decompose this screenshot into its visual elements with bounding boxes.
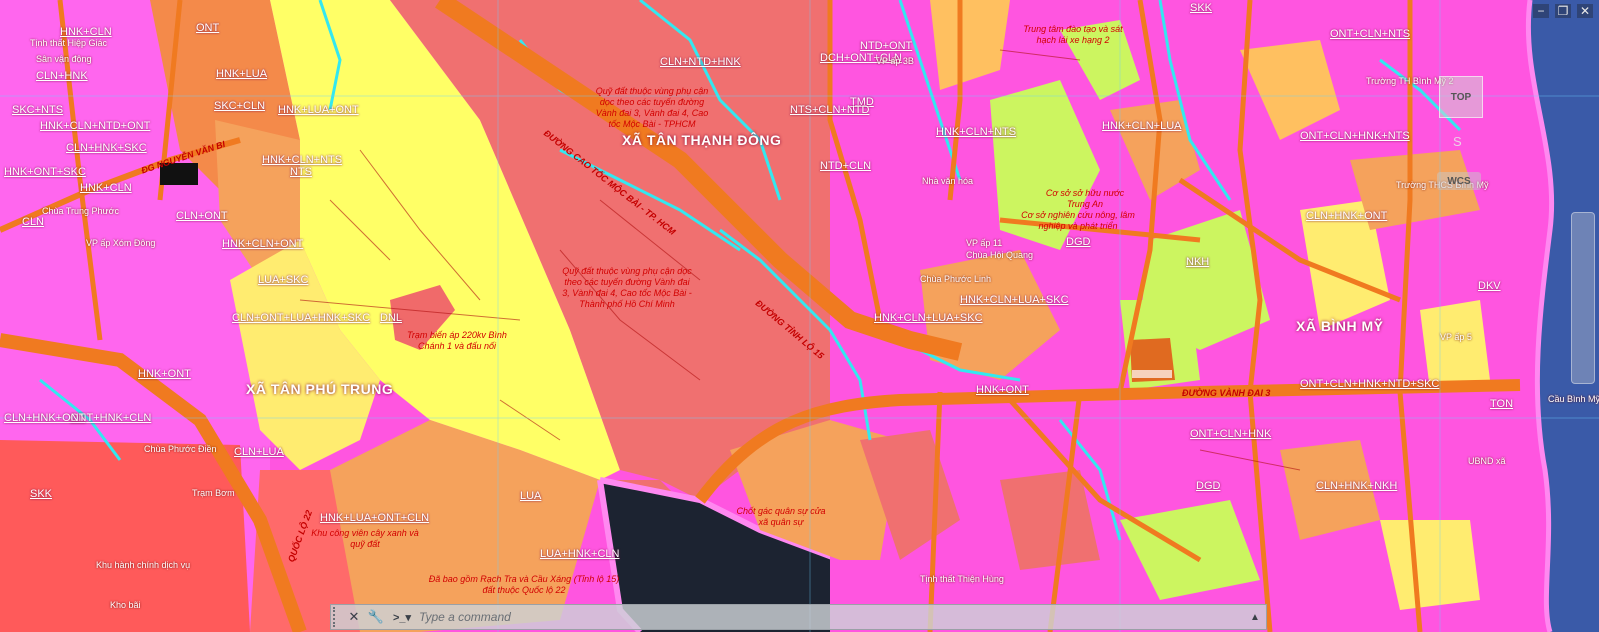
land-use-map[interactable] [0, 0, 1599, 632]
dark-parcel [160, 163, 198, 185]
command-input[interactable] [417, 607, 1244, 627]
drag-handle-icon[interactable] [333, 607, 343, 627]
close-icon[interactable]: ✕ [343, 609, 365, 625]
viewcube-compass-south[interactable]: S [1453, 134, 1462, 149]
wcs-menu-button[interactable]: WCS [1437, 172, 1481, 190]
minimize-button[interactable]: − [1533, 4, 1549, 18]
navigation-bar[interactable] [1571, 212, 1595, 384]
window-controls: − ❐ ✕ [1533, 4, 1593, 18]
viewcube[interactable]: TOP S WCS [1435, 76, 1489, 226]
cluster-label-box [1132, 370, 1172, 378]
command-line: ✕ 🔧 >_▾ ▲ [330, 604, 1267, 630]
zone-yellow-east-2 [1420, 300, 1490, 390]
viewcube-top-face[interactable]: TOP [1439, 76, 1483, 118]
zone-southwest-red [0, 440, 250, 632]
chevron-up-icon[interactable]: ▲ [1244, 612, 1266, 623]
cad-viewport[interactable]: XÃ TÂN THẠNH ĐÔNG XÃ TÂN PHÚ TRUNG XÃ BÌ… [0, 0, 1599, 632]
wrench-icon[interactable]: 🔧 [365, 609, 387, 625]
restore-button[interactable]: ❐ [1555, 4, 1571, 18]
close-button[interactable]: ✕ [1577, 4, 1593, 18]
command-prompt-icon[interactable]: >_▾ [387, 611, 417, 624]
